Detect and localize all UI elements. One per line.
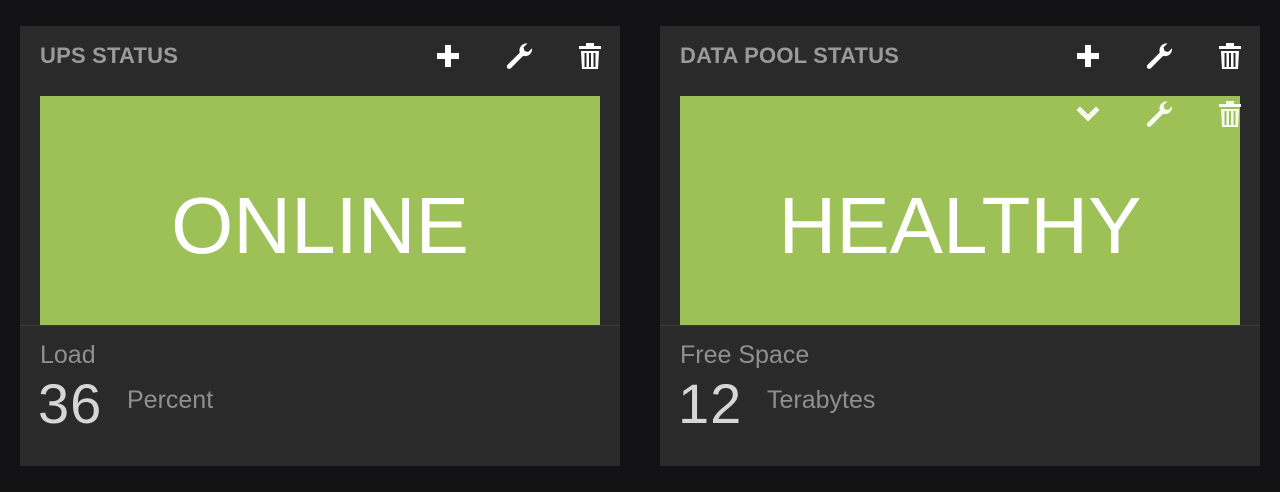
trash-icon [579,43,601,69]
collapse-button[interactable] [1072,98,1104,130]
widget-title: DATA POOL STATUS [680,43,900,68]
delete-button[interactable] [574,40,606,72]
divider [20,325,620,326]
wrench-icon [1146,101,1173,127]
widget-header: DATA POOL STATUS [660,26,1260,86]
status-tile: HEALTHY [680,96,1241,326]
metric-unit: Percent [127,386,214,414]
metric-value: 36 [38,372,103,435]
configure-button[interactable] [1143,40,1175,72]
plus-icon [437,45,459,67]
divider [660,325,1260,326]
metric-label: Load [40,341,96,369]
plus-icon [1077,45,1099,67]
metric-value: 12 [678,372,743,435]
trash-icon [1219,43,1241,69]
tile-configure-button[interactable] [1143,98,1175,130]
status-value: ONLINE [171,181,469,270]
configure-button[interactable] [503,40,535,72]
wrench-icon [506,43,533,69]
widget-title: UPS STATUS [40,43,179,68]
status-value: HEALTHY [778,181,1142,270]
add-button[interactable] [432,40,464,72]
ups-status-widget: UPS STATUS ONLINE Load 36 Percent [20,26,620,466]
tile-delete-button[interactable] [1214,98,1246,130]
delete-button[interactable] [1214,40,1246,72]
metric-label: Free Space [680,341,810,369]
wrench-icon [1146,43,1173,69]
add-button[interactable] [1072,40,1104,72]
status-tile: ONLINE [40,96,600,326]
trash-icon [1219,101,1241,127]
chevron-down-icon [1076,106,1100,122]
widget-header: UPS STATUS [20,26,620,86]
data-pool-status-widget: DATA POOL STATUS HEALTHY Free Space 12 T… [660,26,1260,466]
metric-unit: Terabytes [767,386,876,414]
